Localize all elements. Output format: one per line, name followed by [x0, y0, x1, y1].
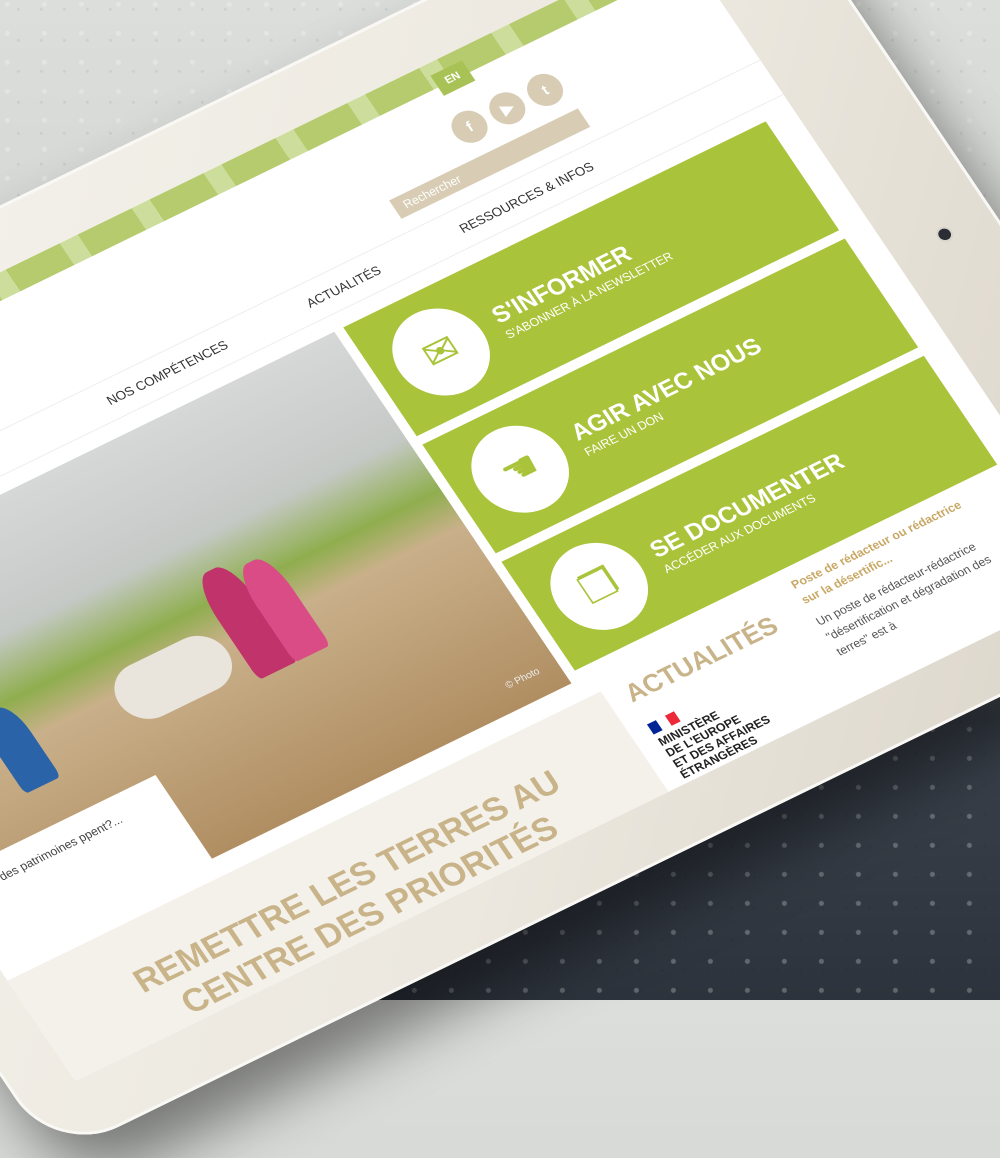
hand-icon: ☚	[452, 410, 588, 528]
youtube-icon[interactable]: ▶	[482, 86, 533, 131]
camera-icon	[935, 226, 954, 243]
book-icon: ❐	[531, 527, 667, 646]
envelope-icon: ✉	[373, 293, 509, 411]
ox-figure	[102, 625, 245, 729]
nav-item-actualites[interactable]: Actualités	[303, 262, 384, 310]
tile-title: Se documenter	[644, 448, 850, 564]
facebook-icon[interactable]: f	[444, 105, 495, 149]
person-figure	[0, 701, 61, 795]
tile-title: Agir avec nous	[565, 332, 767, 447]
twitter-icon[interactable]: t	[520, 68, 570, 112]
photo-credit: © Photo	[503, 666, 543, 692]
ministry-logo[interactable]: Ministère de l'Europe et des Affaires Ét…	[646, 678, 790, 795]
